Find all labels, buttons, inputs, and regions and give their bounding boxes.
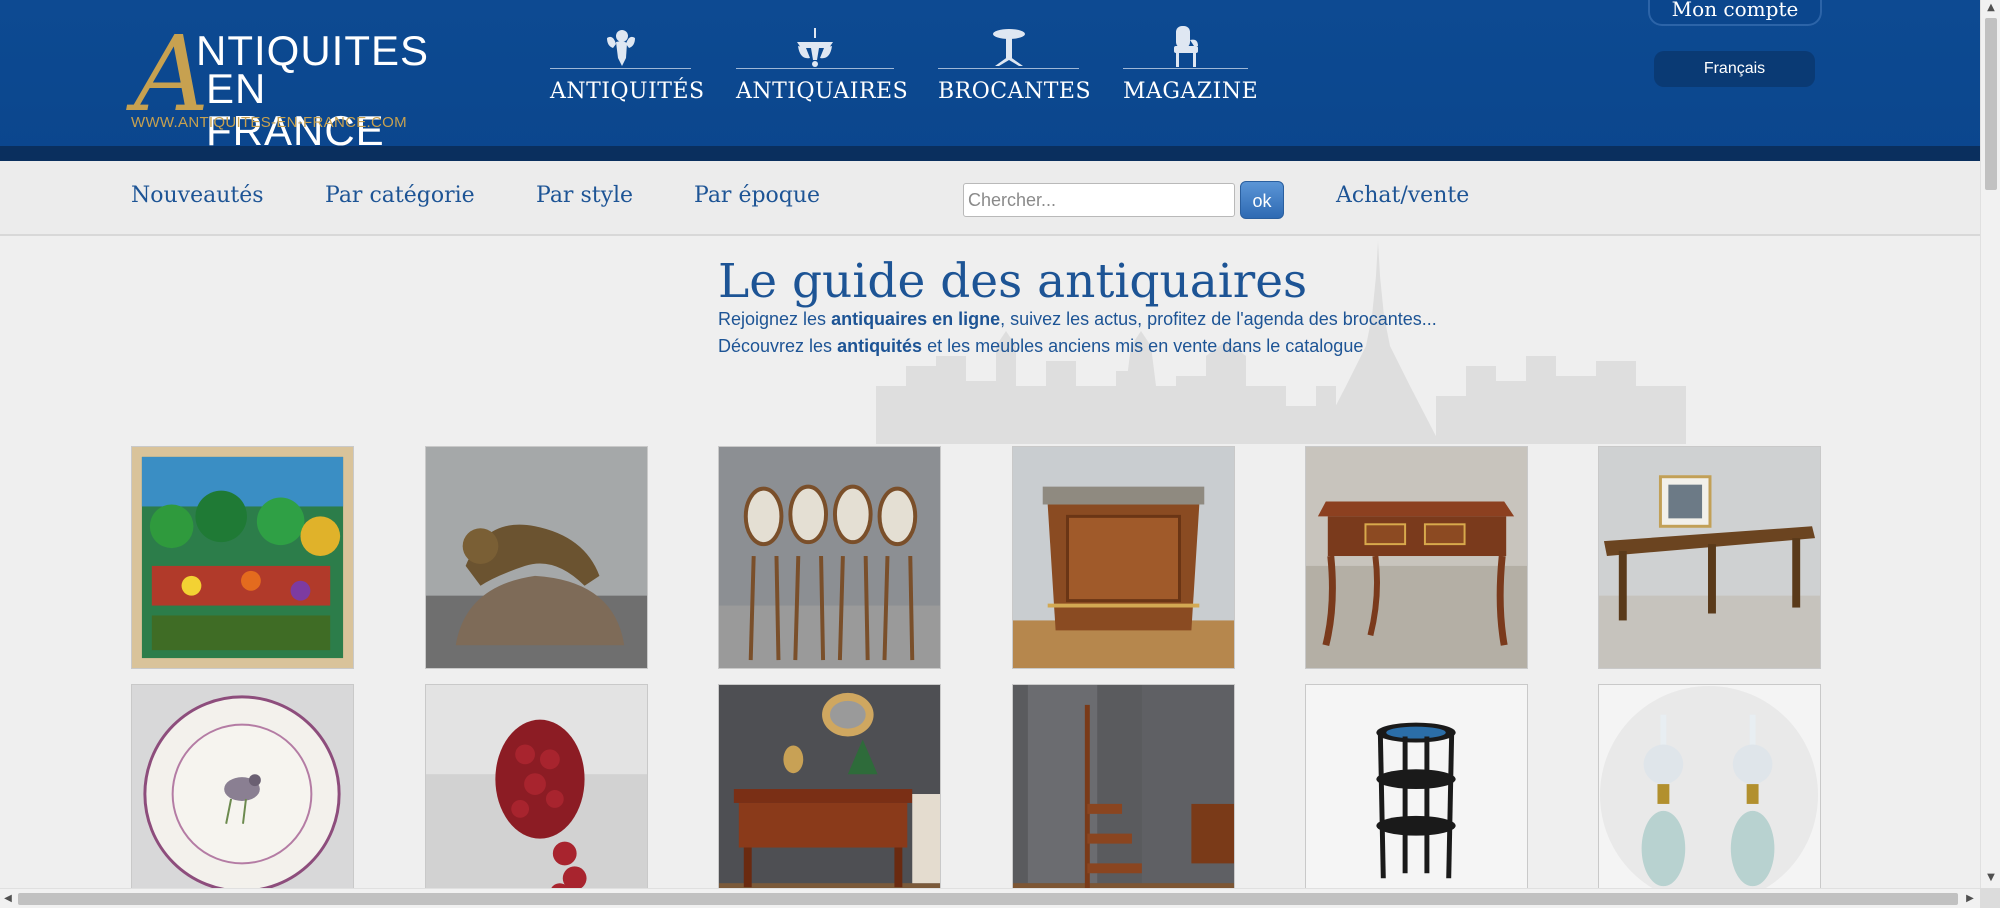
library-steps-image bbox=[1013, 685, 1234, 906]
louis-xv-desk-image bbox=[1306, 447, 1527, 668]
scroll-left-arrow-icon[interactable]: ◀ bbox=[0, 891, 16, 907]
intro-link-antiquaires[interactable]: antiquaires en ligne bbox=[831, 309, 1000, 329]
black-etagere-image bbox=[1306, 685, 1527, 906]
subnav-nouveautes[interactable]: Nouveautés bbox=[131, 183, 264, 208]
catalogue-item-library-steps[interactable] bbox=[1012, 684, 1235, 907]
scroll-down-arrow-icon[interactable]: ▼ bbox=[1983, 870, 1999, 886]
intro-line-1: Rejoignez les antiquaires en ligne, suiv… bbox=[718, 309, 1437, 330]
main-nav-antiquites[interactable]: ANTIQUITÉS bbox=[550, 24, 705, 104]
catalogue-item-chairs[interactable] bbox=[718, 446, 941, 669]
catalogue-item-sculpture[interactable] bbox=[425, 446, 648, 669]
my-account-tab[interactable]: Mon compte bbox=[1648, 0, 1822, 26]
main-nav-label: ANTIQUITÉS bbox=[550, 79, 705, 104]
catalogue-item-lamps[interactable] bbox=[1598, 684, 1821, 907]
intro-text: Rejoignez les bbox=[718, 309, 832, 329]
site-logo[interactable]: A NTIQUITES EN FRANCE WWW.ANTIQUITES-EN-… bbox=[130, 22, 440, 152]
site-header: A NTIQUITES EN FRANCE WWW.ANTIQUITES-EN-… bbox=[0, 0, 1980, 161]
logo-url: WWW.ANTIQUITES-EN-FRANCE.COM bbox=[131, 114, 407, 131]
demi-lune-commode-image bbox=[1013, 447, 1234, 668]
chandelier-icon bbox=[736, 24, 894, 68]
garnet-bracelet-image bbox=[426, 685, 647, 906]
subnav-par-style[interactable]: Par style bbox=[536, 183, 633, 208]
bronze-panther-sculpture-image bbox=[426, 447, 647, 668]
farmhouse-table-image bbox=[1599, 447, 1820, 668]
language-selector[interactable]: Français bbox=[1654, 51, 1815, 87]
intro-line-2: Découvrez les antiquités et les meubles … bbox=[718, 336, 1363, 357]
main-nav-label: ANTIQUAIRES bbox=[736, 79, 909, 104]
main-nav-antiquaires[interactable]: ANTIQUAIRES bbox=[736, 24, 909, 104]
intro-text: , suivez les actus, profitez de l'agenda… bbox=[1000, 309, 1437, 329]
subnav-achat-vente[interactable]: Achat/vente bbox=[1336, 183, 1469, 208]
main-nav-magazine[interactable]: MAGAZINE bbox=[1123, 24, 1259, 104]
horizontal-scroll-thumb[interactable] bbox=[18, 893, 1958, 905]
main-nav-label: BROCANTES bbox=[938, 79, 1092, 104]
vertical-scrollbar[interactable]: ▲ ▼ bbox=[1980, 0, 2000, 888]
header-bottom-band bbox=[0, 146, 1980, 161]
naive-painting-image bbox=[132, 447, 353, 668]
main-nav-label: MAGAZINE bbox=[1123, 79, 1259, 104]
horizontal-scrollbar[interactable]: ◀ ▶ bbox=[0, 888, 1980, 908]
writing-desk-image bbox=[719, 685, 940, 906]
catalogue-item-writing-desk[interactable] bbox=[718, 684, 941, 907]
intro-text: et les meubles anciens mis en vente dans… bbox=[922, 336, 1364, 356]
intro-link-antiquites[interactable]: antiquités bbox=[837, 336, 922, 356]
catalogue-item-table[interactable] bbox=[1598, 446, 1821, 669]
catalogue-item-desk[interactable] bbox=[1305, 446, 1528, 669]
scroll-up-arrow-icon[interactable]: ▲ bbox=[1983, 0, 1999, 16]
subnav-par-categorie[interactable]: Par catégorie bbox=[325, 183, 475, 208]
armchair-icon bbox=[1123, 24, 1248, 68]
bistro-chairs-set-image bbox=[719, 447, 940, 668]
catalogue-item-plate[interactable] bbox=[131, 684, 354, 907]
catalogue-item-painting[interactable] bbox=[131, 446, 354, 669]
scroll-right-arrow-icon[interactable]: ▶ bbox=[1962, 891, 1978, 907]
scrollbar-corner bbox=[1980, 888, 2000, 908]
catalogue-item-commode[interactable] bbox=[1012, 446, 1235, 669]
pedestal-table-icon bbox=[938, 24, 1079, 68]
search-submit-button[interactable]: ok bbox=[1240, 181, 1284, 219]
cherub-icon bbox=[550, 24, 691, 68]
subnav-par-epoque[interactable]: Par époque bbox=[694, 183, 820, 208]
page-title: Le guide des antiquaires bbox=[718, 254, 1308, 309]
logo-line-2: EN FRANCE bbox=[206, 65, 385, 154]
main-nav-brocantes[interactable]: BROCANTES bbox=[938, 24, 1092, 104]
bird-plate-image bbox=[132, 685, 353, 906]
catalogue-item-bracelet[interactable] bbox=[425, 684, 648, 907]
search-input[interactable] bbox=[963, 183, 1235, 217]
secondary-navigation: Nouveautés Par catégorie Par style Par é… bbox=[0, 161, 1980, 236]
vertical-scroll-thumb[interactable] bbox=[1985, 18, 1997, 190]
catalogue-item-etagere[interactable] bbox=[1305, 684, 1528, 907]
opaline-oil-lamps-image bbox=[1599, 685, 1820, 906]
intro-text: Découvrez les bbox=[718, 336, 838, 356]
